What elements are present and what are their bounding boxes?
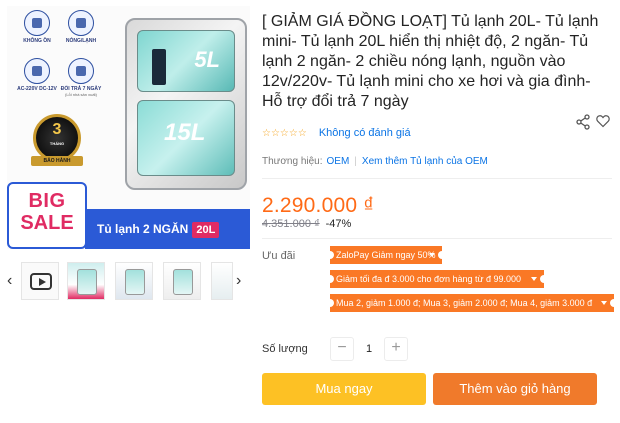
- old-price-row: 4.351.000 ₫ -47%: [262, 218, 351, 230]
- thumbnail-3[interactable]: [163, 262, 201, 300]
- brand-label: Thương hiệu:: [262, 156, 323, 167]
- plug-icon: [24, 58, 50, 84]
- temperature-panel: [152, 49, 166, 85]
- coupon-zalopay[interactable]: ZaloPay Giảm ngay 50%: [330, 246, 442, 264]
- brand-separator: |: [354, 156, 357, 167]
- feature-power: AC-220V DC-12V: [13, 58, 61, 92]
- heart-icon[interactable]: [596, 114, 610, 128]
- chevron-left-icon[interactable]: ‹: [7, 272, 12, 290]
- fridge-illustration: 5L 15L: [125, 18, 247, 190]
- main-product-image[interactable]: KHÔNG ỒN NÓNG/LẠNH AC-220V DC-12V ĐỔI TR…: [7, 6, 250, 249]
- brand-link[interactable]: OEM: [327, 156, 350, 167]
- divider: [262, 178, 612, 179]
- coupon-max-discount[interactable]: Giảm tối đa đ 3.000 cho đơn hàng từ đ 99…: [330, 270, 544, 288]
- rating-row: ☆☆☆☆☆ Không có đánh giá: [262, 126, 411, 140]
- feature-return: ĐỔI TRẢ 7 NGÀY (Lỗi nhà sản xuất): [57, 58, 105, 97]
- buy-now-button[interactable]: Mua ngay: [262, 373, 426, 405]
- feature-quiet: KHÔNG ỒN: [13, 10, 61, 44]
- increase-quantity-button[interactable]: +: [384, 337, 408, 361]
- hot-cold-icon: [68, 10, 94, 36]
- medal-icon: 3 THÁNG: [33, 114, 81, 162]
- chevron-down-icon: [429, 253, 435, 257]
- product-strip-banner: Tủ lạnh 2 NGĂN 20L: [85, 209, 250, 249]
- star-rating-icon: ☆☆☆☆☆: [262, 127, 307, 139]
- thumbnail-2[interactable]: [115, 262, 153, 300]
- chevron-right-icon[interactable]: ›: [236, 272, 241, 290]
- thumbnail-4[interactable]: [211, 262, 233, 300]
- fridge-top-door: 5L: [137, 30, 235, 92]
- fridge-bottom-door: 15L: [137, 100, 235, 176]
- divider: [262, 238, 612, 239]
- decrease-quantity-button[interactable]: −: [330, 337, 354, 361]
- thumbnail-strip: ‹ ›: [7, 262, 250, 300]
- coupon-bulk-discount[interactable]: Mua 2, giảm 1.000 đ; Mua 3, giảm 2.000 đ…: [330, 294, 614, 312]
- mute-icon: [24, 10, 50, 36]
- box-return-icon: [68, 58, 94, 84]
- chevron-down-icon: [601, 301, 607, 305]
- quantity-input[interactable]: [354, 337, 384, 361]
- product-title: [ GIẢM GIÁ ĐỒNG LOẠT] Tủ lạnh 20L- Tủ lạ…: [262, 13, 599, 110]
- see-more-brand-link[interactable]: Xem thêm Tủ lạnh của OEM: [362, 156, 488, 167]
- no-review-link[interactable]: Không có đánh giá: [319, 127, 411, 139]
- promotions-label: Ưu đãi: [262, 250, 296, 262]
- warranty-badge: 3 THÁNG BẢO HÀNH: [29, 114, 85, 176]
- share-icon[interactable]: [576, 114, 590, 130]
- play-icon: [30, 273, 52, 290]
- add-to-cart-button[interactable]: Thêm vào giỏ hàng: [433, 373, 597, 405]
- big-sale-badge: BIG SALE: [7, 182, 87, 249]
- feature-icons: KHÔNG ỒN NÓNG/LẠNH AC-220V DC-12V ĐỔI TR…: [7, 6, 107, 116]
- original-price: 4.351.000 ₫: [262, 218, 320, 230]
- thumbnail-video[interactable]: [21, 262, 59, 300]
- discount-percent: -47%: [325, 218, 352, 230]
- chevron-down-icon: [531, 277, 537, 281]
- warranty-ribbon: BẢO HÀNH: [31, 156, 83, 166]
- quantity-label: Số lượng: [262, 343, 308, 355]
- thumbnail-1[interactable]: [67, 262, 105, 300]
- quantity-stepper: − +: [330, 337, 408, 361]
- feature-hot-cold: NÓNG/LẠNH: [57, 10, 105, 44]
- brand-row: Thương hiệu: OEM | Xem thêm Tủ lạnh của …: [262, 156, 488, 167]
- current-price: 2.290.000 ₫: [262, 194, 375, 217]
